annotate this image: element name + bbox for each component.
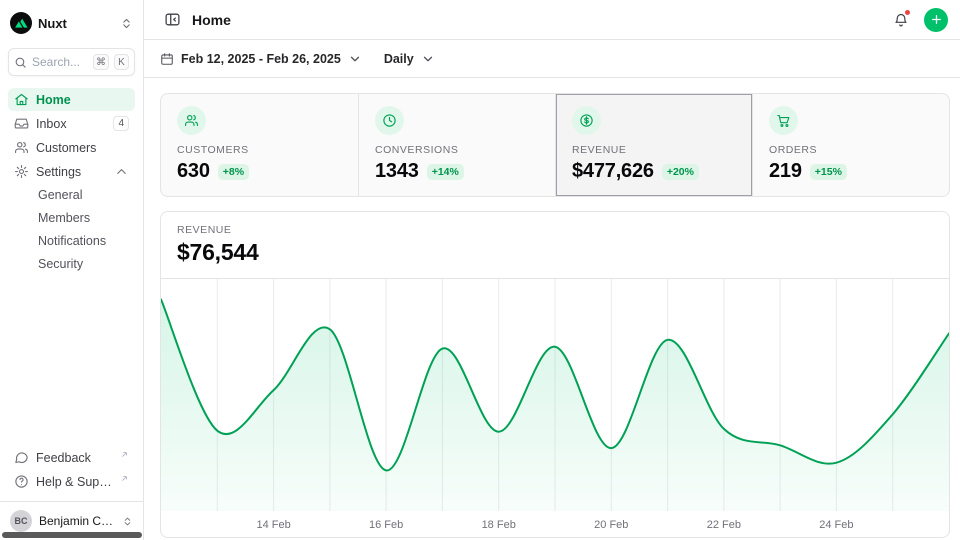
stat-delta-badge: +14% bbox=[427, 164, 464, 180]
workspace-name: Nuxt bbox=[38, 16, 114, 31]
search-placeholder: Search... bbox=[32, 55, 88, 69]
calendar-icon bbox=[160, 52, 174, 66]
sidebar-item-members[interactable]: Members bbox=[8, 207, 135, 229]
revenue-chart[interactable]: 14 Feb 16 Feb 18 Feb 20 Feb 22 Feb 24 Feb bbox=[161, 278, 949, 537]
clock-icon bbox=[375, 106, 404, 135]
sidebar-item-security[interactable]: Security bbox=[8, 253, 135, 275]
stat-value: $477,626 bbox=[572, 160, 654, 183]
gear-icon bbox=[14, 164, 29, 179]
chevron-up-icon bbox=[114, 164, 129, 179]
topbar: Home bbox=[144, 0, 960, 40]
sidebar-item-label: Settings bbox=[36, 165, 107, 179]
x-axis-tick-label: 14 Feb bbox=[256, 519, 290, 531]
user-avatar: BC bbox=[10, 510, 32, 532]
sidebar-item-notifications[interactable]: Notifications bbox=[8, 230, 135, 252]
page-title: Home bbox=[192, 12, 231, 28]
home-icon bbox=[14, 92, 29, 107]
sidebar-item-home[interactable]: Home bbox=[8, 88, 135, 111]
chevron-down-icon bbox=[421, 52, 435, 66]
external-icon bbox=[120, 474, 129, 483]
help-icon bbox=[14, 474, 29, 489]
dollar-icon bbox=[572, 106, 601, 135]
chart-current-value: $76,544 bbox=[177, 239, 933, 266]
stat-value: 219 bbox=[769, 160, 802, 183]
chevrons-up-down-icon bbox=[122, 516, 133, 527]
notifications-button[interactable] bbox=[888, 7, 914, 33]
stat-delta-badge: +20% bbox=[662, 164, 699, 180]
stat-label: Revenue bbox=[572, 144, 736, 156]
sidebar-link-help-support[interactable]: Help & Support bbox=[8, 470, 135, 493]
horizontal-scrollbar-thumb[interactable] bbox=[2, 532, 142, 538]
plus-icon bbox=[930, 13, 943, 26]
message-icon bbox=[14, 450, 29, 465]
date-range-label: Feb 12, 2025 - Feb 26, 2025 bbox=[181, 52, 341, 66]
x-axis-tick-label: 18 Feb bbox=[482, 519, 516, 531]
chart-title: Revenue bbox=[177, 224, 933, 236]
sidebar-item-general[interactable]: General bbox=[8, 184, 135, 206]
stats-row: Customers 630 +8% Conversions 1343 +14% Revenu… bbox=[160, 93, 950, 197]
chevron-down-icon bbox=[348, 52, 362, 66]
sidebar-item-label: Customers bbox=[36, 141, 129, 155]
users-icon bbox=[14, 140, 29, 155]
stat-value: 630 bbox=[177, 160, 210, 183]
stat-card-orders[interactable]: Orders 219 +15% bbox=[752, 94, 949, 196]
stat-card-customers[interactable]: Customers 630 +8% bbox=[161, 94, 358, 196]
filters-toolbar: Feb 12, 2025 - Feb 26, 2025 Daily bbox=[144, 40, 960, 78]
stat-delta-badge: +15% bbox=[810, 164, 847, 180]
sidebar-link-feedback[interactable]: Feedback bbox=[8, 446, 135, 469]
shortcut-k-key: K bbox=[114, 54, 129, 70]
stat-card-conversions[interactable]: Conversions 1343 +14% bbox=[358, 94, 555, 196]
page-content: Customers 630 +8% Conversions 1343 +14% Revenu… bbox=[144, 78, 960, 540]
main-area: Home Feb 12, 2 bbox=[144, 0, 960, 540]
workspace-selector[interactable]: Nuxt bbox=[8, 8, 135, 38]
user-name: Benjamin Canac bbox=[39, 514, 115, 528]
sidebar-item-settings[interactable]: Settings bbox=[8, 160, 135, 183]
stat-label: Customers bbox=[177, 144, 342, 156]
sidebar-item-label: Home bbox=[36, 93, 129, 107]
sidebar-link-label: Help & Support bbox=[36, 475, 116, 489]
sidebar-spacer bbox=[8, 275, 135, 446]
sidebar-link-label: Feedback bbox=[36, 451, 116, 465]
nuxt-logo-icon bbox=[10, 12, 32, 34]
cart-icon bbox=[769, 106, 798, 135]
users-icon bbox=[177, 106, 206, 135]
granularity-select[interactable]: Daily bbox=[384, 52, 435, 66]
x-axis-tick-label: 22 Feb bbox=[707, 519, 741, 531]
sidebar: Nuxt Search... ⌘ K Home Inbox 4 Customers Se… bbox=[0, 0, 144, 540]
dashboard-app: Nuxt Search... ⌘ K Home Inbox 4 Customers Se… bbox=[0, 0, 960, 540]
stat-card-revenue[interactable]: Revenue $477,626 +20% bbox=[555, 94, 752, 196]
shortcut-cmd-key: ⌘ bbox=[93, 54, 109, 70]
stat-value: 1343 bbox=[375, 160, 419, 183]
collapse-sidebar-button[interactable] bbox=[160, 8, 184, 32]
x-axis-tick-label: 20 Feb bbox=[594, 519, 628, 531]
sidebar-item-label: Inbox bbox=[36, 117, 106, 131]
date-range-picker[interactable]: Feb 12, 2025 - Feb 26, 2025 bbox=[160, 52, 362, 66]
notification-dot bbox=[904, 9, 911, 16]
granularity-label: Daily bbox=[384, 52, 414, 66]
panel-left-icon bbox=[164, 11, 181, 28]
chevrons-up-down-icon bbox=[120, 17, 133, 30]
sidebar-footer-links: Feedback Help & Support bbox=[8, 446, 135, 501]
sidebar-nav: Home Inbox 4 Customers Settings GeneralMember… bbox=[8, 88, 135, 275]
external-icon bbox=[120, 450, 129, 459]
chart-header: Revenue $76,544 bbox=[161, 212, 949, 278]
search-icon bbox=[14, 56, 27, 69]
add-button[interactable] bbox=[924, 8, 948, 32]
x-axis-tick-label: 24 Feb bbox=[819, 519, 853, 531]
sidebar-item-customers[interactable]: Customers bbox=[8, 136, 135, 159]
x-axis-tick-label: 16 Feb bbox=[369, 519, 403, 531]
sidebar-item-inbox[interactable]: Inbox 4 bbox=[8, 112, 135, 135]
stat-label: Conversions bbox=[375, 144, 539, 156]
stat-delta-badge: +8% bbox=[218, 164, 249, 180]
search-input[interactable]: Search... ⌘ K bbox=[8, 48, 135, 76]
stat-label: Orders bbox=[769, 144, 933, 156]
inbox-count-badge: 4 bbox=[113, 116, 129, 131]
revenue-chart-card: Revenue $76,544 14 Feb 16 Feb 18 Feb 20 Feb… bbox=[160, 211, 950, 538]
inbox-icon bbox=[14, 116, 29, 131]
